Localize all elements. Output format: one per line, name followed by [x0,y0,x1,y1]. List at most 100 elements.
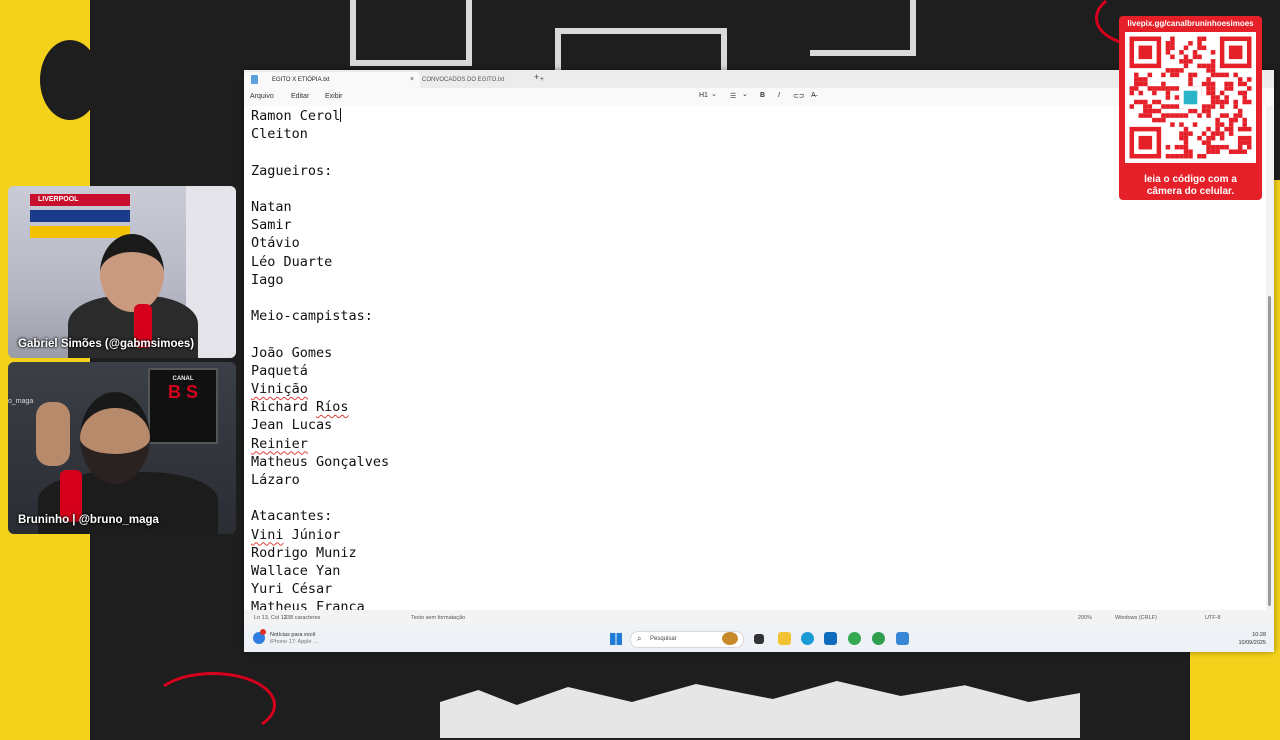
bold-button[interactable]: B [760,92,765,99]
text-editor[interactable]: Ramon Cerol Cleiton Zagueiros: Natan Samir Ot… [244,106,1264,610]
qr-module [1237,140,1243,145]
qr-module [1170,72,1175,78]
qr-module [1138,99,1144,105]
line-ending[interactable]: Windows (CRLF) [1115,615,1157,621]
menu-editar[interactable]: Editar [291,93,309,100]
close-tab-icon[interactable]: + [540,72,544,88]
qr-finder-center [1228,45,1243,60]
encoding[interactable]: UTF-8 [1205,615,1221,621]
qr-donation-panel: livepix.gg/canalbruninhoesimoes leia o c… [1119,16,1262,200]
link-icon[interactable]: ⊂⊃ [793,92,805,100]
qr-module [1165,90,1171,96]
qr-module [1183,59,1189,64]
person-raised-hand [36,402,70,466]
editor-line[interactable]: Zagueiros: [251,163,332,179]
scrollbar-thumb[interactable] [1268,296,1271,606]
editor-line[interactable]: Rodrigo Muniz [251,545,357,561]
editor-line[interactable]: Wallace Yan [251,563,340,579]
windows-start-icon[interactable] [610,633,622,645]
qr-module [1233,117,1238,123]
qr-module [1183,113,1189,118]
edge-browser-icon[interactable] [801,632,814,645]
qr-module [1242,149,1247,154]
qr-module [1143,113,1148,118]
editor-line[interactable]: Otávio [251,235,300,251]
system-clock[interactable]: 10:28 10/09/2025 [1238,631,1266,647]
qr-code [1125,32,1256,163]
qr-module [1183,140,1189,145]
background-letter-o [40,40,100,120]
qr-module [1210,135,1216,141]
qr-module [1219,144,1225,150]
news-title: Notícias para você [270,632,316,638]
misspelled-word[interactable]: Vini [251,527,284,543]
scarf-yellow [30,226,130,238]
qr-module [1165,104,1171,109]
qr-module [1246,135,1252,141]
editor-line[interactable]: Reinier [251,436,308,452]
qr-module [1201,45,1207,51]
qr-module [1233,149,1238,154]
file-explorer-icon[interactable] [778,632,791,645]
tab-convocados-do-egito[interactable]: CONVOCADOS DO EGITO.txt + [394,72,550,88]
qr-module [1129,86,1135,91]
text-caret [340,108,342,122]
vertical-scrollbar[interactable] [1266,106,1274,610]
qr-module [1224,81,1229,87]
qr-module [1246,99,1252,105]
editor-line[interactable]: Lázaro [251,472,300,488]
chrome-icon[interactable] [848,632,861,645]
editor-line[interactable]: Léo Duarte [251,254,332,270]
notepad-taskbar-icon[interactable] [896,632,909,645]
qr-module [1165,144,1171,150]
qr-module [1206,77,1211,82]
editor-line[interactable]: Ramon Cerol [251,108,342,124]
qr-module [1161,86,1166,91]
editor-line[interactable]: Paquetá [251,363,308,379]
editor-line[interactable]: Iago [251,272,284,288]
qr-module [1134,99,1139,105]
qr-module [1201,81,1207,87]
qr-module [1206,108,1211,114]
editor-line[interactable]: Jean Lucas [251,417,332,433]
editor-line[interactable]: Cleiton [251,126,308,142]
misspelled-word[interactable]: Vinição [251,381,308,397]
qr-module [1242,126,1247,132]
italic-button[interactable]: I [778,92,780,99]
clock-date: 10/09/2025 [1238,640,1266,646]
editor-line[interactable]: Meio-campistas: [251,308,373,324]
list-icon[interactable]: ☰ [730,92,736,100]
editor-line[interactable]: Richard Ríos [251,399,349,415]
qr-module [1179,135,1184,141]
new-tab-button[interactable]: + [534,72,539,82]
editor-line[interactable]: Vini Júnior [251,527,340,543]
clear-formatting-icon[interactable]: A̶ [811,92,816,99]
misspelled-word[interactable]: Ríos [316,399,349,415]
qr-module [1210,131,1216,136]
editor-line[interactable]: Vinição [251,381,308,397]
misspelled-word[interactable]: Reinier [251,436,308,452]
task-view-icon[interactable] [754,634,764,644]
qr-module [1179,113,1184,118]
editor-line[interactable]: Natan [251,199,292,215]
editor-line[interactable]: João Gomes [251,345,332,361]
qr-caption-line2: câmera do celular. [1146,186,1235,197]
editor-line[interactable]: Matheus Gonçalves [251,454,389,470]
qr-module [1188,153,1193,159]
qr-module [1201,36,1207,42]
editor-line[interactable]: Yuri César [251,581,332,597]
qr-module [1170,54,1175,60]
qr-module [1246,144,1252,150]
editor-line[interactable]: Matheus França [251,599,365,610]
outlook-icon[interactable] [824,632,837,645]
qr-module [1170,122,1175,127]
menu-exibir[interactable]: Exibir [325,93,343,100]
zoom-level[interactable]: 200% [1078,615,1092,621]
editor-line[interactable]: Atacantes: [251,508,332,524]
qr-module [1188,131,1193,136]
heading-dropdown[interactable]: H1 [699,92,708,99]
menu-arquivo[interactable]: Arquivo [250,93,274,100]
news-widget[interactable]: Notícias para você iPhone 17: Apple ... [270,632,318,646]
chrome-profile-icon[interactable] [872,632,885,645]
editor-line[interactable]: Samir [251,217,292,233]
